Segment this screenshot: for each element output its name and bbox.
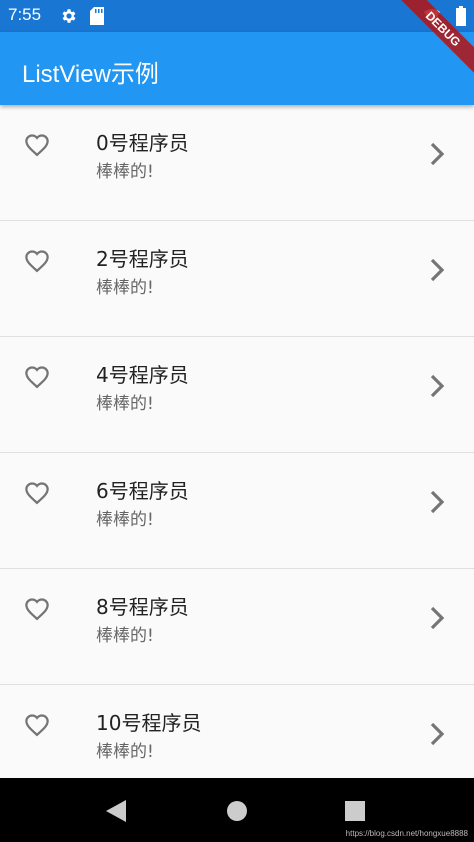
heart-icon[interactable] <box>22 709 52 737</box>
item-title: 0号程序员 <box>96 131 189 155</box>
list-item[interactable]: 0号程序员 棒棒的! <box>0 105 474 221</box>
list-view[interactable]: 0号程序员 棒棒的! 2号程序员 棒棒的! 4号程序员 棒棒的! 6号程序员 棒… <box>0 105 474 778</box>
list-item[interactable]: 6号程序员 棒棒的! <box>0 453 474 569</box>
heart-icon[interactable] <box>22 477 52 505</box>
recent-apps-icon[interactable] <box>345 801 365 821</box>
list-item[interactable]: 8号程序员 棒棒的! <box>0 569 474 685</box>
heart-icon[interactable] <box>22 129 52 157</box>
item-subtitle: 棒棒的! <box>96 510 154 530</box>
chevron-right-icon <box>430 722 445 746</box>
item-subtitle: 棒棒的! <box>96 626 154 646</box>
back-icon[interactable] <box>106 800 126 822</box>
item-title: 2号程序员 <box>96 247 189 271</box>
sd-card-icon <box>90 7 104 25</box>
item-subtitle: 棒棒的! <box>96 742 154 762</box>
status-time: 7:55 <box>8 5 42 24</box>
item-subtitle: 棒棒的! <box>96 394 154 414</box>
watermark: https://blog.csdn.net/hongxue8888 <box>345 829 468 838</box>
navigation-bar: https://blog.csdn.net/hongxue8888 <box>0 778 474 842</box>
item-title: 10号程序员 <box>96 711 202 735</box>
chevron-right-icon <box>430 142 445 166</box>
app-bar: ListView示例 <box>0 32 474 105</box>
battery-icon <box>456 6 466 26</box>
home-icon[interactable] <box>227 801 247 821</box>
list-item[interactable]: 10号程序员 棒棒的! <box>0 685 474 778</box>
chevron-right-icon <box>430 258 445 282</box>
gear-icon <box>62 9 76 23</box>
chevron-right-icon <box>430 606 445 630</box>
heart-icon[interactable] <box>22 593 52 621</box>
status-bar: 7:55 <box>0 0 474 32</box>
item-title: 8号程序员 <box>96 595 189 619</box>
item-title: 4号程序员 <box>96 363 189 387</box>
heart-icon[interactable] <box>22 361 52 389</box>
page-title: ListView示例 <box>22 61 159 88</box>
chevron-right-icon <box>430 374 445 398</box>
chevron-right-icon <box>430 490 445 514</box>
wifi-icon <box>424 8 440 24</box>
item-subtitle: 棒棒的! <box>96 278 154 298</box>
item-subtitle: 棒棒的! <box>96 162 154 182</box>
list-item[interactable]: 4号程序员 棒棒的! <box>0 337 474 453</box>
heart-icon[interactable] <box>22 245 52 273</box>
list-item[interactable]: 2号程序员 棒棒的! <box>0 221 474 337</box>
item-title: 6号程序员 <box>96 479 189 503</box>
